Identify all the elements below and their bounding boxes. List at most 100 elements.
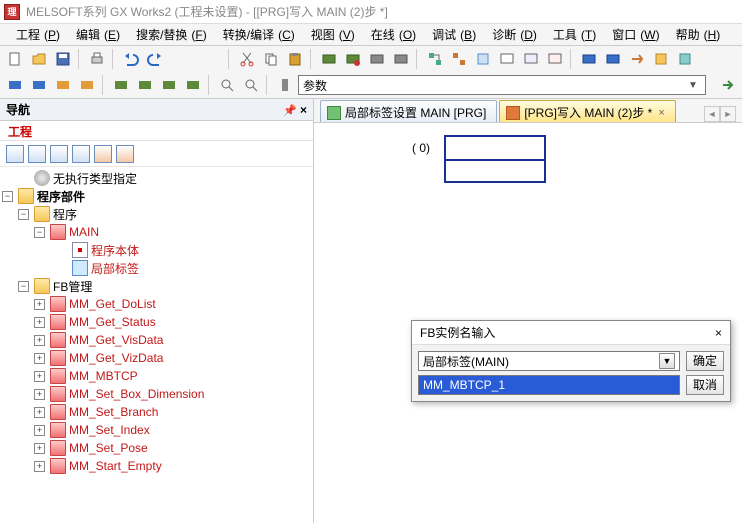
collapse-icon[interactable]: − [34, 227, 45, 238]
zoom-in-icon[interactable] [216, 74, 238, 96]
tab-close-icon[interactable]: × [658, 107, 664, 119]
collapse-icon[interactable]: − [2, 191, 13, 202]
block-icon-1[interactable] [4, 74, 26, 96]
paste-icon[interactable] [284, 48, 306, 70]
ok-button[interactable]: 确定 [686, 351, 724, 371]
tree-noexec[interactable]: 无执行类型指定 [0, 169, 313, 187]
block-icon-2[interactable] [28, 74, 50, 96]
convert-icon[interactable] [626, 48, 648, 70]
tree-fb-item[interactable]: +MM_Set_Index [0, 421, 313, 439]
tree-main[interactable]: −MAIN [0, 223, 313, 241]
expand-icon[interactable]: + [34, 407, 45, 418]
network-icon-1[interactable] [424, 48, 446, 70]
tree-program[interactable]: −程序 [0, 205, 313, 223]
tree-local-label[interactable]: 局部标签 [0, 259, 313, 277]
expand-icon[interactable]: + [34, 461, 45, 472]
tree-fb-item[interactable]: +MM_Set_Branch [0, 403, 313, 421]
close-icon[interactable]: × [300, 103, 307, 117]
expand-icon[interactable]: + [34, 335, 45, 346]
goto-icon[interactable] [274, 74, 296, 96]
menu-window[interactable]: 窗口(W) [604, 24, 663, 45]
dev-icon-3[interactable] [366, 48, 388, 70]
menu-online[interactable]: 在线(O) [363, 24, 420, 45]
dev-icon-2[interactable] [342, 48, 364, 70]
copy-icon[interactable] [260, 48, 282, 70]
expand-icon[interactable]: + [34, 425, 45, 436]
nav-view-2-icon[interactable] [28, 145, 46, 163]
expand-icon[interactable]: + [34, 317, 45, 328]
nav-view-6-icon[interactable] [116, 145, 134, 163]
fb-label-scope-select[interactable]: 局部标签(MAIN) ▼ [418, 351, 680, 371]
monitor-icon-1[interactable] [496, 48, 518, 70]
tab-prg-main[interactable]: [PRG]写入 MAIN (2)步 * × [499, 100, 675, 122]
menu-debug[interactable]: 调试(B) [424, 24, 480, 45]
menu-edit[interactable]: 编辑(E) [68, 24, 124, 45]
redo-icon[interactable] [144, 48, 166, 70]
tab-local-label-settings[interactable]: 局部标签设置 MAIN [PRG] [320, 100, 497, 122]
tree-fb-item[interactable]: +MM_MBTCP [0, 367, 313, 385]
module2-icon[interactable] [674, 48, 696, 70]
tree-fb-item[interactable]: +MM_Get_DoList [0, 295, 313, 313]
menu-diagnose[interactable]: 诊断(D) [484, 24, 541, 45]
dev-icon-1[interactable] [318, 48, 340, 70]
build-icon[interactable] [472, 48, 494, 70]
expand-icon[interactable]: + [34, 389, 45, 400]
collapse-icon[interactable]: − [18, 209, 29, 220]
toolbar-combo-parameter[interactable]: 参数 ▼ [298, 75, 706, 95]
dev-icon-4[interactable] [390, 48, 412, 70]
tree-fb-mgmt[interactable]: −FB管理 [0, 277, 313, 295]
dev-green-3-icon[interactable] [158, 74, 180, 96]
tree-fb-item[interactable]: +MM_Get_Status [0, 313, 313, 331]
tree-prog-body[interactable]: 程序本体 [0, 241, 313, 259]
tab-prev-icon[interactable]: ◄ [704, 106, 720, 122]
dialog-close-icon[interactable]: × [715, 326, 722, 340]
expand-icon[interactable]: + [34, 371, 45, 382]
dev-green-2-icon[interactable] [134, 74, 156, 96]
dev-blue-1-icon[interactable] [578, 48, 600, 70]
go-icon[interactable] [716, 74, 738, 96]
save-icon[interactable] [52, 48, 74, 70]
menu-project[interactable]: 工程(P) [8, 24, 64, 45]
network-icon-2[interactable] [448, 48, 470, 70]
titlebar: 理 MELSOFT系列 GX Works2 (工程未设置) - [[PRG]写入… [0, 0, 742, 24]
undo-icon[interactable] [120, 48, 142, 70]
pin-icon[interactable]: 📌 [283, 105, 297, 117]
expand-icon[interactable]: + [34, 443, 45, 454]
print-icon[interactable] [86, 48, 108, 70]
expand-icon[interactable]: + [34, 353, 45, 364]
open-icon[interactable] [28, 48, 50, 70]
monitor-icon-2[interactable] [520, 48, 542, 70]
collapse-icon[interactable]: − [18, 281, 29, 292]
menu-help[interactable]: 帮助(H) [668, 24, 725, 45]
cancel-button[interactable]: 取消 [686, 375, 724, 395]
tree-prog-parts[interactable]: −程序部件 [0, 187, 313, 205]
module-icon[interactable] [650, 48, 672, 70]
dialog-title: FB实例名输入 [420, 324, 495, 341]
nav-view-5-icon[interactable] [94, 145, 112, 163]
tree-fb-item[interactable]: +MM_Set_Pose [0, 439, 313, 457]
fb-instance-name-input[interactable]: MM_MBTCP_1 [418, 375, 680, 395]
tree-fb-item[interactable]: +MM_Get_VisData [0, 331, 313, 349]
new-icon[interactable] [4, 48, 26, 70]
tab-next-icon[interactable]: ► [720, 106, 736, 122]
nav-view-3-icon[interactable] [50, 145, 68, 163]
nav-view-4-icon[interactable] [72, 145, 90, 163]
nav-view-1-icon[interactable] [6, 145, 24, 163]
tree-fb-item[interactable]: +MM_Set_Box_Dimension [0, 385, 313, 403]
toolbar-area: 参数 ▼ [0, 46, 742, 99]
menu-find[interactable]: 搜索/替换(F) [128, 24, 211, 45]
block-icon-4[interactable] [76, 74, 98, 96]
menu-compile[interactable]: 转换/编译(C) [215, 24, 299, 45]
zoom-out-icon[interactable] [240, 74, 262, 96]
block-icon-3[interactable] [52, 74, 74, 96]
tree-fb-item[interactable]: +MM_Start_Empty [0, 457, 313, 475]
tree-fb-item[interactable]: +MM_Get_VizData [0, 349, 313, 367]
expand-icon[interactable]: + [34, 299, 45, 310]
dev-green-1-icon[interactable] [110, 74, 132, 96]
menu-view[interactable]: 视图(V) [303, 24, 359, 45]
cut-icon[interactable] [236, 48, 258, 70]
monitor-icon-3[interactable] [544, 48, 566, 70]
dev-blue-2-icon[interactable] [602, 48, 624, 70]
menu-tools[interactable]: 工具(T) [545, 24, 600, 45]
dev-green-4-icon[interactable] [182, 74, 204, 96]
